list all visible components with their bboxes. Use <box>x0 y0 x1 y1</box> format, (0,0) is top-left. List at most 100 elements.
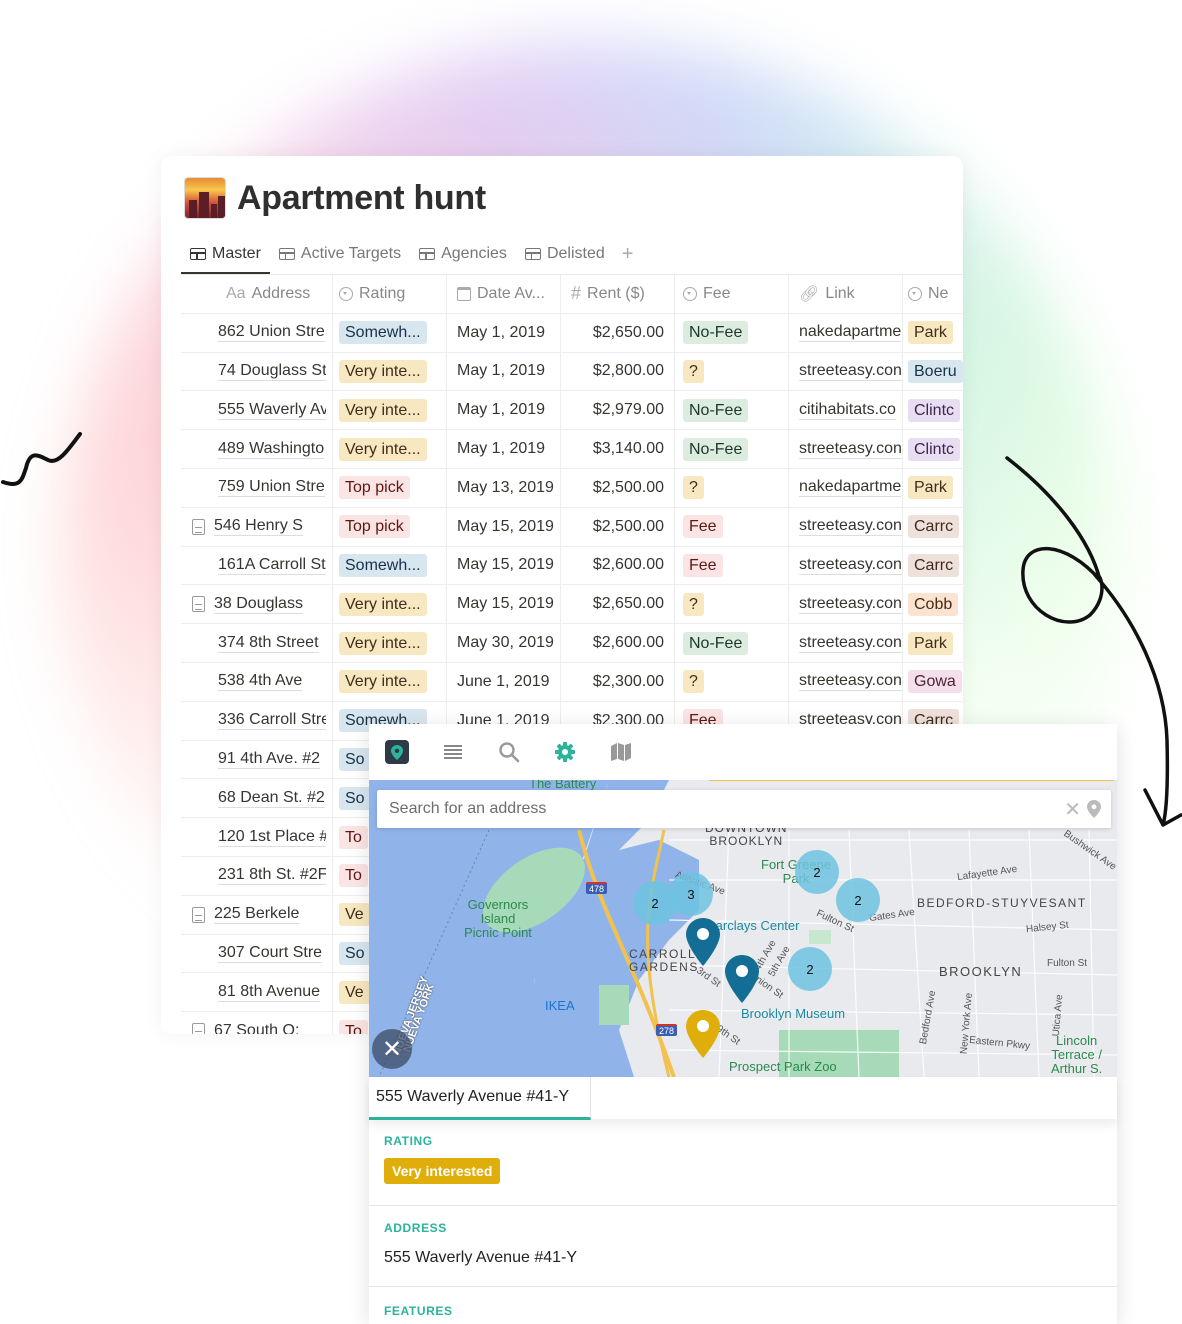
address-cell[interactable]: 68 Dean St. #2 <box>181 779 333 818</box>
address-cell[interactable]: 38 Douglass <box>181 585 333 624</box>
link-cell[interactable]: streeteasy.con <box>789 662 903 701</box>
fee-cell[interactable]: No-Fee <box>675 430 789 468</box>
tab-active-targets[interactable]: Active Targets <box>270 236 410 272</box>
tab-master[interactable]: Master <box>181 236 270 275</box>
table-row[interactable]: 489 Washingto Very inte... May 1, 2019 $3,1… <box>181 430 963 469</box>
link-cell[interactable]: streeteasy.con <box>789 546 903 585</box>
address-cell[interactable]: 81 8th Avenue <box>181 973 333 1012</box>
address-cell[interactable]: 225 Berkele <box>181 895 333 934</box>
date-cell[interactable]: May 15, 2019 <box>447 507 561 546</box>
table-row[interactable]: 538 4th Ave Very inte... June 1, 2019 $2,30… <box>181 662 963 702</box>
map-marker-pin[interactable] <box>725 955 759 1003</box>
rating-cell[interactable]: Very inte... <box>333 391 447 430</box>
rent-cell[interactable]: $3,140.00 <box>561 430 675 468</box>
column-header-fee[interactable]: Fee <box>675 275 789 313</box>
date-cell[interactable]: May 30, 2019 <box>447 624 561 662</box>
map-marker-pin[interactable] <box>686 918 720 966</box>
column-header-rent[interactable]: # Rent ($) <box>561 275 675 313</box>
address-cell[interactable]: 555 Waverly Av <box>181 391 333 430</box>
date-cell[interactable]: May 1, 2019 <box>447 430 561 468</box>
address-cell[interactable]: 862 Union Stre <box>181 313 333 352</box>
address-cell[interactable]: 120 1st Place # <box>181 818 333 856</box>
fee-cell[interactable]: ? <box>675 662 789 701</box>
link-text[interactable]: nakedapartme <box>799 478 902 498</box>
location-pin-icon[interactable] <box>1087 800 1101 818</box>
rent-cell[interactable]: $2,979.00 <box>561 391 675 430</box>
date-cell[interactable]: May 1, 2019 <box>447 352 561 391</box>
neighborhood-cell[interactable]: Clintc <box>903 391 963 429</box>
address-cell[interactable]: 489 Washingto <box>181 430 333 468</box>
neighborhood-cell[interactable]: Carrc <box>903 547 963 585</box>
rating-cell[interactable]: Very inte... <box>333 430 447 468</box>
column-header-date[interactable]: Date Av... <box>447 275 561 313</box>
address-cell[interactable]: 67 South O: <box>181 1012 333 1034</box>
link-cell[interactable]: nakedapartme <box>789 313 903 352</box>
table-row[interactable]: 161A Carroll St Somewh... May 15, 2019 $2,6… <box>181 546 963 586</box>
tab-delisted[interactable]: Delisted <box>516 236 614 272</box>
map-cluster[interactable]: 2 <box>836 878 880 922</box>
link-text[interactable]: streeteasy.con <box>799 517 902 537</box>
rating-cell[interactable]: Very inte... <box>333 585 447 624</box>
rating-cell[interactable]: Top pick <box>333 468 447 507</box>
tab-agencies[interactable]: Agencies <box>410 236 516 272</box>
neighborhood-cell[interactable]: Carrc <box>903 508 963 546</box>
map-cluster[interactable]: 2 <box>788 947 832 991</box>
date-cell[interactable]: May 15, 2019 <box>447 585 561 624</box>
map-cluster[interactable]: 2 <box>795 850 839 894</box>
date-cell[interactable]: June 1, 2019 <box>447 662 561 701</box>
date-cell[interactable]: May 13, 2019 <box>447 468 561 507</box>
rent-cell[interactable]: $2,650.00 <box>561 585 675 624</box>
fee-cell[interactable]: No-Fee <box>675 391 789 430</box>
link-cell[interactable]: streeteasy.con <box>789 430 903 468</box>
fee-cell[interactable]: ? <box>675 585 789 624</box>
table-row[interactable]: 374 8th Street Very inte... May 30, 2019 $2… <box>181 624 963 663</box>
fee-cell[interactable]: ? <box>675 352 789 391</box>
neighborhood-cell[interactable]: Park <box>903 624 963 662</box>
clear-search-icon[interactable]: ✕ <box>1064 797 1081 822</box>
rent-cell[interactable]: $2,300.00 <box>561 662 675 701</box>
rent-cell[interactable]: $2,650.00 <box>561 313 675 352</box>
address-cell[interactable]: 231 8th St. #2F <box>181 856 333 895</box>
address-cell[interactable]: 336 Carroll Stre <box>181 701 333 740</box>
add-view-button[interactable]: + <box>614 243 634 266</box>
table-row[interactable]: 862 Union Stre Somewh... May 1, 2019 $2,650… <box>181 313 963 353</box>
map-cluster[interactable]: 3 <box>669 872 713 916</box>
address-cell[interactable]: 91 4th Ave. #2 <box>181 740 333 779</box>
selected-listing-tab[interactable]: 555 Waverly Avenue #41-Y <box>369 1077 591 1120</box>
rating-cell[interactable]: Very inte... <box>333 662 447 701</box>
fee-cell[interactable]: ? <box>675 468 789 507</box>
column-header-link[interactable]: 🔗︎ Link <box>789 275 903 313</box>
rating-cell[interactable]: Top pick <box>333 507 447 546</box>
link-text[interactable]: streeteasy.con <box>799 362 902 381</box>
fee-cell[interactable]: Fee <box>675 546 789 585</box>
address-cell[interactable]: 546 Henry S <box>181 507 333 546</box>
date-cell[interactable]: May 1, 2019 <box>447 391 561 430</box>
rent-cell[interactable]: $2,800.00 <box>561 352 675 391</box>
column-header-address[interactable]: Aa Address <box>181 275 333 313</box>
map-marker-pin-selected[interactable] <box>686 1010 720 1058</box>
date-cell[interactable]: May 1, 2019 <box>447 313 561 352</box>
link-text[interactable]: streeteasy.con <box>799 672 902 692</box>
column-header-neighborhood[interactable]: Ne <box>903 275 963 313</box>
fee-cell[interactable]: No-Fee <box>675 624 789 662</box>
rating-cell[interactable]: Very inte... <box>333 624 447 662</box>
close-map-button[interactable]: ✕ <box>372 1029 412 1069</box>
table-row[interactable]: 759 Union Stre Top pick May 13, 2019 $2,500… <box>181 468 963 508</box>
address-cell[interactable]: 374 8th Street <box>181 624 333 662</box>
rent-cell[interactable]: $2,500.00 <box>561 507 675 546</box>
link-text[interactable]: streeteasy.con <box>799 634 902 653</box>
address-cell[interactable]: 538 4th Ave <box>181 662 333 701</box>
neighborhood-cell[interactable]: Clintc <box>903 430 963 468</box>
link-text[interactable]: streeteasy.con <box>799 595 902 614</box>
search-button[interactable] <box>481 724 537 780</box>
date-cell[interactable]: May 15, 2019 <box>447 546 561 585</box>
layers-button[interactable] <box>593 724 649 780</box>
link-cell[interactable]: streeteasy.con <box>789 352 903 391</box>
link-cell[interactable]: streeteasy.con <box>789 585 903 624</box>
rating-cell[interactable]: Somewh... <box>333 546 447 585</box>
address-cell[interactable]: 74 Douglass St <box>181 352 333 391</box>
link-text[interactable]: streeteasy.con <box>799 440 902 459</box>
fee-cell[interactable]: Fee <box>675 507 789 546</box>
neighborhood-cell[interactable]: Gowa <box>903 663 963 701</box>
link-cell[interactable]: streeteasy.con <box>789 624 903 662</box>
